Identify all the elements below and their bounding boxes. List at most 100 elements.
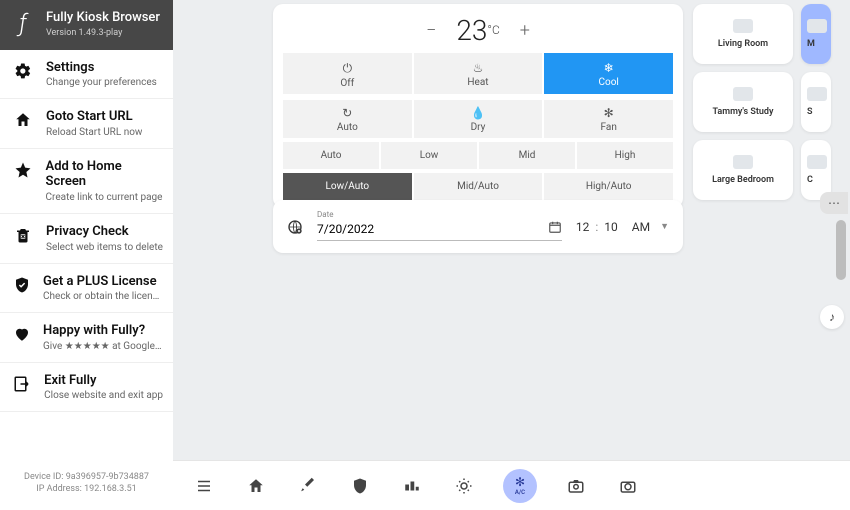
flame-icon: ♨ bbox=[414, 61, 543, 75]
room-icon bbox=[807, 19, 827, 33]
camera2-icon[interactable] bbox=[615, 473, 641, 499]
mode-label: Dry bbox=[471, 122, 486, 133]
sidebar-item-add-home[interactable]: Add to Home Screen Create link to current… bbox=[0, 149, 173, 214]
mode-label: Heat bbox=[467, 77, 488, 88]
mode-auto[interactable]: ↻ Auto bbox=[283, 100, 412, 138]
shield-check-icon bbox=[12, 274, 31, 294]
device-id: Device ID: 9a396957-9b734887 bbox=[0, 471, 173, 484]
temp-plus-button[interactable]: + bbox=[514, 20, 536, 41]
room-icon bbox=[733, 19, 753, 33]
trash-icon bbox=[12, 224, 34, 244]
preset-high-auto[interactable]: High/Auto bbox=[544, 173, 673, 200]
sidebar-item-sub: Give ★★★★★ at Google Play bbox=[43, 341, 163, 352]
menu-icon[interactable] bbox=[191, 473, 217, 499]
time-minute[interactable]: 10 bbox=[604, 220, 618, 234]
ac-nav-button[interactable]: ✻A/C bbox=[503, 469, 537, 503]
sidebar-header: ƒ Fully Kiosk Browser Version 1.49.3-pla… bbox=[0, 0, 173, 50]
temp-minus-button[interactable]: − bbox=[420, 20, 442, 41]
main-area: − 23°C + ⏻Off ♨Heat ❄Cool ↻Auto 💧Dry ✻Fa… bbox=[173, 0, 850, 510]
power-icon: ⏻ bbox=[283, 61, 412, 76]
exit-icon bbox=[12, 373, 32, 393]
side-strip: ⋯ bbox=[820, 192, 850, 280]
preset-mid-auto[interactable]: Mid/Auto bbox=[414, 173, 543, 200]
kiosk-sidebar: ƒ Fully Kiosk Browser Version 1.49.3-pla… bbox=[0, 0, 173, 510]
time-picker[interactable]: 12 : 10 bbox=[576, 220, 618, 234]
fully-logo-icon: ƒ bbox=[10, 10, 36, 36]
sidebar-item-sub: Change your preferences bbox=[46, 77, 157, 88]
music-note-button[interactable]: ♪ bbox=[820, 305, 844, 329]
bulb-icon[interactable] bbox=[451, 473, 477, 499]
fan-auto[interactable]: Auto bbox=[283, 142, 379, 169]
room-tile[interactable]: M bbox=[801, 4, 831, 64]
globe-icon bbox=[287, 219, 303, 235]
sidebar-item-title: Goto Start URL bbox=[46, 109, 142, 125]
preset-low-auto[interactable]: Low/Auto bbox=[283, 173, 412, 200]
fan-icon: ✻ bbox=[544, 106, 673, 120]
date-field[interactable]: Date bbox=[317, 212, 562, 241]
temp-unit: °C bbox=[487, 23, 499, 37]
sidebar-item-sub: Select web items to delete bbox=[46, 242, 163, 253]
room-tile[interactable]: S bbox=[801, 72, 831, 132]
room-name: M bbox=[807, 39, 815, 49]
mode-label: Off bbox=[340, 78, 354, 89]
ampm-dropdown[interactable]: AM ▼ bbox=[632, 220, 669, 234]
camera-icon[interactable] bbox=[563, 473, 589, 499]
room-name: Large Bedroom bbox=[712, 175, 774, 185]
room-tile[interactable]: Large Bedroom bbox=[693, 140, 793, 200]
ampm-value: AM bbox=[632, 220, 650, 234]
snowflake-icon: ❄ bbox=[544, 61, 673, 75]
mode-heat[interactable]: ♨ Heat bbox=[414, 53, 543, 94]
mode-fan[interactable]: ✻ Fan bbox=[544, 100, 673, 138]
refresh-icon: ↻ bbox=[283, 106, 412, 120]
date-input[interactable] bbox=[317, 212, 562, 241]
room-icon bbox=[733, 87, 753, 101]
sidebar-item-rate[interactable]: Happy with Fully?Give ★★★★★ at Google Pl… bbox=[0, 313, 173, 363]
scrollbar-thumb[interactable] bbox=[836, 220, 846, 280]
room-name: Living Room bbox=[718, 39, 768, 49]
sidebar-item-exit[interactable]: Exit FullyClose website and exit app bbox=[0, 363, 173, 413]
time-hour[interactable]: 12 bbox=[576, 220, 590, 234]
date-label: Date bbox=[317, 210, 333, 219]
sidebar-item-title: Settings bbox=[46, 60, 157, 76]
sidebar-item-title: Get a PLUS License bbox=[43, 274, 163, 290]
mode-label: Fan bbox=[601, 122, 617, 133]
bottom-nav: ✻A/C bbox=[173, 460, 850, 510]
room-name: C bbox=[807, 175, 813, 185]
home-nav-icon[interactable] bbox=[243, 473, 269, 499]
calendar-icon[interactable] bbox=[548, 220, 562, 234]
room-tile[interactable]: C bbox=[801, 140, 831, 200]
mode-cool[interactable]: ❄Cool bbox=[544, 53, 673, 94]
sidebar-item-settings[interactable]: SettingsChange your preferences bbox=[0, 50, 173, 100]
room-icon bbox=[807, 155, 827, 169]
room-tile[interactable]: Tammy's Study bbox=[693, 72, 793, 132]
brush-icon[interactable] bbox=[295, 473, 321, 499]
mode-off[interactable]: ⏻ Off bbox=[283, 53, 412, 94]
mode-dry[interactable]: 💧Dry bbox=[414, 100, 543, 138]
time-sep: : bbox=[595, 220, 598, 234]
sidebar-item-start-url[interactable]: Goto Start URL Reload Start URL now bbox=[0, 99, 173, 149]
gear-icon bbox=[12, 60, 34, 80]
sidebar-item-title: Privacy Check bbox=[46, 224, 163, 240]
chevron-down-icon: ▼ bbox=[660, 221, 669, 232]
sidebar-item-sub: Create link to current page bbox=[46, 192, 163, 203]
ac-control-card: − 23°C + ⏻Off ♨Heat ❄Cool ↻Auto 💧Dry ✻Fa… bbox=[273, 4, 683, 208]
room-tiles: Living Room M Tammy's Study S Large Bedr… bbox=[693, 4, 843, 200]
home-icon bbox=[12, 109, 34, 129]
room-tile[interactable]: Living Room bbox=[693, 4, 793, 64]
sidebar-item-sub: Reload Start URL now bbox=[46, 127, 142, 138]
mode-label: Auto bbox=[337, 122, 358, 133]
more-dots-button[interactable]: ⋯ bbox=[820, 192, 848, 214]
devices-icon[interactable] bbox=[399, 473, 425, 499]
room-icon bbox=[807, 87, 827, 101]
sidebar-item-title: Add to Home Screen bbox=[46, 159, 163, 190]
heart-icon bbox=[12, 323, 31, 343]
sidebar-item-privacy[interactable]: Privacy Check Select web items to delete bbox=[0, 214, 173, 264]
room-name: Tammy's Study bbox=[713, 107, 774, 117]
sidebar-item-sub: Check or obtain the license bbox=[43, 291, 163, 302]
fan-mid[interactable]: Mid bbox=[479, 142, 575, 169]
fan-high[interactable]: High bbox=[577, 142, 673, 169]
sidebar-item-sub: Close website and exit app bbox=[44, 390, 163, 401]
shield-nav-icon[interactable] bbox=[347, 473, 373, 499]
sidebar-item-license[interactable]: Get a PLUS LicenseCheck or obtain the li… bbox=[0, 264, 173, 314]
fan-low[interactable]: Low bbox=[381, 142, 477, 169]
